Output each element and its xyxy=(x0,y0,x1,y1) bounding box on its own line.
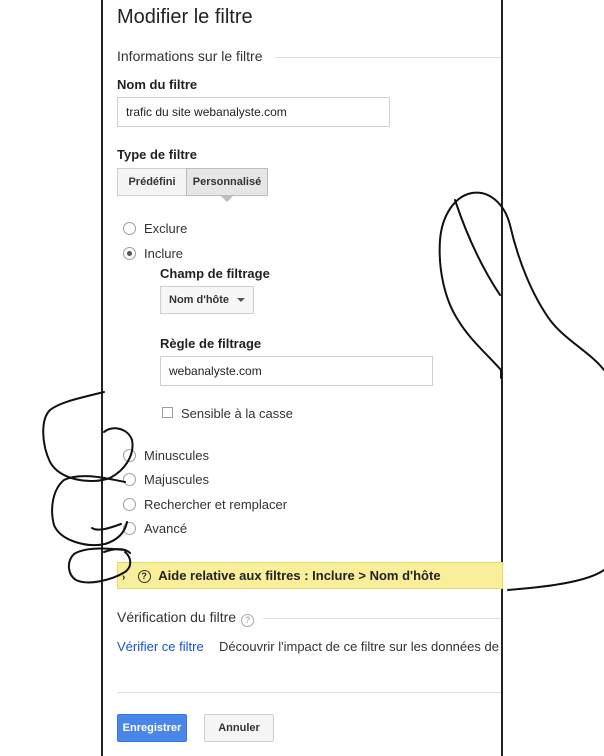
thumbs-up-drawing xyxy=(42,191,604,591)
